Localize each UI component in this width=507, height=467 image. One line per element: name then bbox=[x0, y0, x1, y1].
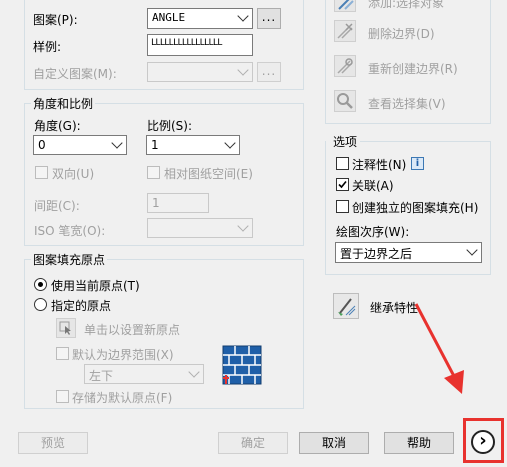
spacing-value: 1 bbox=[152, 196, 160, 210]
info-glyph: i bbox=[415, 158, 420, 169]
default-extent-checkbox[interactable] bbox=[56, 347, 69, 360]
annotative-checkbox[interactable] bbox=[336, 157, 349, 170]
store-default-origin-checkbox[interactable] bbox=[56, 390, 69, 403]
angle-label: 角度(G): bbox=[34, 119, 81, 133]
scale-label: 比例(S): bbox=[147, 119, 193, 133]
radio-dot bbox=[38, 282, 43, 287]
angle-value: 0 bbox=[38, 138, 46, 152]
associative-checkbox[interactable] bbox=[336, 178, 349, 191]
origin-preview-icon bbox=[222, 345, 262, 385]
pattern-label: 图案(P): bbox=[33, 13, 78, 27]
pick-point-icon bbox=[59, 321, 71, 335]
angle-select[interactable]: 0 bbox=[33, 135, 127, 155]
custom-pattern-select[interactable] bbox=[147, 62, 253, 82]
chevron-down-icon bbox=[466, 244, 478, 256]
associative-label: 关联(A) bbox=[352, 179, 394, 193]
annotative-label: 注释性(N) bbox=[352, 158, 407, 172]
pattern-select[interactable]: ANGLE bbox=[147, 8, 253, 29]
pattern-value: ANGLE bbox=[152, 11, 186, 24]
chevron-down-icon bbox=[188, 366, 200, 378]
preview-button[interactable]: 预览 bbox=[18, 432, 88, 454]
recreate-boundary-label: 重新创建边界(R) bbox=[368, 62, 458, 76]
chevron-down-icon bbox=[224, 137, 236, 149]
relative-paper-space-label: 相对图纸空间(E) bbox=[164, 167, 253, 181]
independent-hatch-label: 创建独立的图案填充(H) bbox=[352, 201, 479, 215]
recreate-boundary-icon bbox=[337, 58, 353, 74]
options-divider bbox=[360, 141, 491, 142]
swatch-label: 样例: bbox=[33, 40, 62, 54]
angle-scale-title: 角度和比例 bbox=[31, 95, 96, 112]
hatch-origin-title: 图案填充原点 bbox=[31, 251, 108, 268]
chevron-down-icon bbox=[237, 10, 249, 22]
help-button[interactable]: 帮助 bbox=[384, 432, 454, 454]
magnifier-icon bbox=[337, 93, 353, 109]
cancel-button[interactable]: 取消 bbox=[299, 432, 369, 454]
select-objects-icon bbox=[338, 0, 354, 10]
scale-select[interactable]: 1 bbox=[146, 135, 240, 155]
pattern-browse-button[interactable]: ... bbox=[257, 8, 281, 29]
specified-origin-radio[interactable] bbox=[34, 298, 47, 311]
click-set-origin-label: 单击以设置新原点 bbox=[84, 323, 181, 337]
draw-order-value: 置于边界之后 bbox=[340, 247, 413, 261]
paintbrush-icon bbox=[338, 298, 356, 316]
double-label: 双向(U) bbox=[52, 167, 95, 181]
recreate-boundary-button[interactable] bbox=[334, 55, 356, 77]
add-select-objects-label: 添加:选择对象 bbox=[368, 0, 445, 10]
pattern-swatch[interactable]: LLLLLLLLLLLLLLLL bbox=[147, 34, 253, 56]
custom-pattern-browse-button[interactable]: ... bbox=[257, 62, 281, 82]
draw-order-label: 绘图次序(W): bbox=[336, 225, 410, 239]
info-icon[interactable]: i bbox=[411, 157, 424, 170]
relative-paper-space-checkbox[interactable] bbox=[147, 166, 160, 179]
use-current-origin-label: 使用当前原点(T) bbox=[51, 279, 140, 293]
chevron-down-icon bbox=[111, 137, 123, 149]
view-selections-label: 查看选择集(V) bbox=[368, 97, 446, 111]
more-options-button[interactable]: › bbox=[471, 430, 495, 454]
iso-pen-width-select[interactable] bbox=[147, 218, 253, 238]
origin-position-value: 左下 bbox=[89, 369, 114, 383]
ok-button[interactable]: 确定 bbox=[218, 432, 288, 454]
spacing-label: 间距(C): bbox=[34, 199, 80, 213]
checkmark-icon bbox=[338, 180, 347, 189]
independent-hatch-checkbox[interactable] bbox=[336, 200, 349, 213]
remove-boundary-icon bbox=[337, 23, 353, 39]
store-default-origin-label: 存储为默认原点(F) bbox=[72, 391, 173, 405]
chevron-right-icon: › bbox=[479, 430, 487, 451]
specified-origin-label: 指定的原点 bbox=[51, 299, 112, 313]
view-selections-button[interactable] bbox=[334, 90, 356, 112]
custom-pattern-label: 自定义图案(M): bbox=[33, 67, 117, 81]
use-current-origin-radio[interactable] bbox=[34, 278, 47, 291]
swatch-sample: LLLLLLLLLLLLLLLL bbox=[151, 38, 223, 48]
default-extent-label: 默认为边界范围(X) bbox=[72, 348, 174, 362]
chevron-down-icon bbox=[237, 220, 249, 232]
chevron-down-icon bbox=[237, 64, 249, 76]
double-checkbox[interactable] bbox=[35, 166, 48, 179]
remove-boundaries-button[interactable] bbox=[334, 20, 356, 42]
add-select-objects-button[interactable] bbox=[334, 0, 356, 12]
spacing-input[interactable]: 1 bbox=[147, 193, 209, 213]
origin-position-select[interactable]: 左下 bbox=[84, 364, 204, 384]
click-set-origin-button[interactable] bbox=[56, 318, 76, 338]
iso-pen-width-label: ISO 笔宽(O): bbox=[34, 224, 106, 238]
scale-value: 1 bbox=[151, 138, 159, 152]
remove-boundaries-label: 删除边界(D) bbox=[368, 27, 435, 41]
inherit-properties-button[interactable] bbox=[333, 293, 359, 319]
draw-order-select[interactable]: 置于边界之后 bbox=[335, 242, 482, 263]
annotation-arrow bbox=[414, 303, 464, 394]
